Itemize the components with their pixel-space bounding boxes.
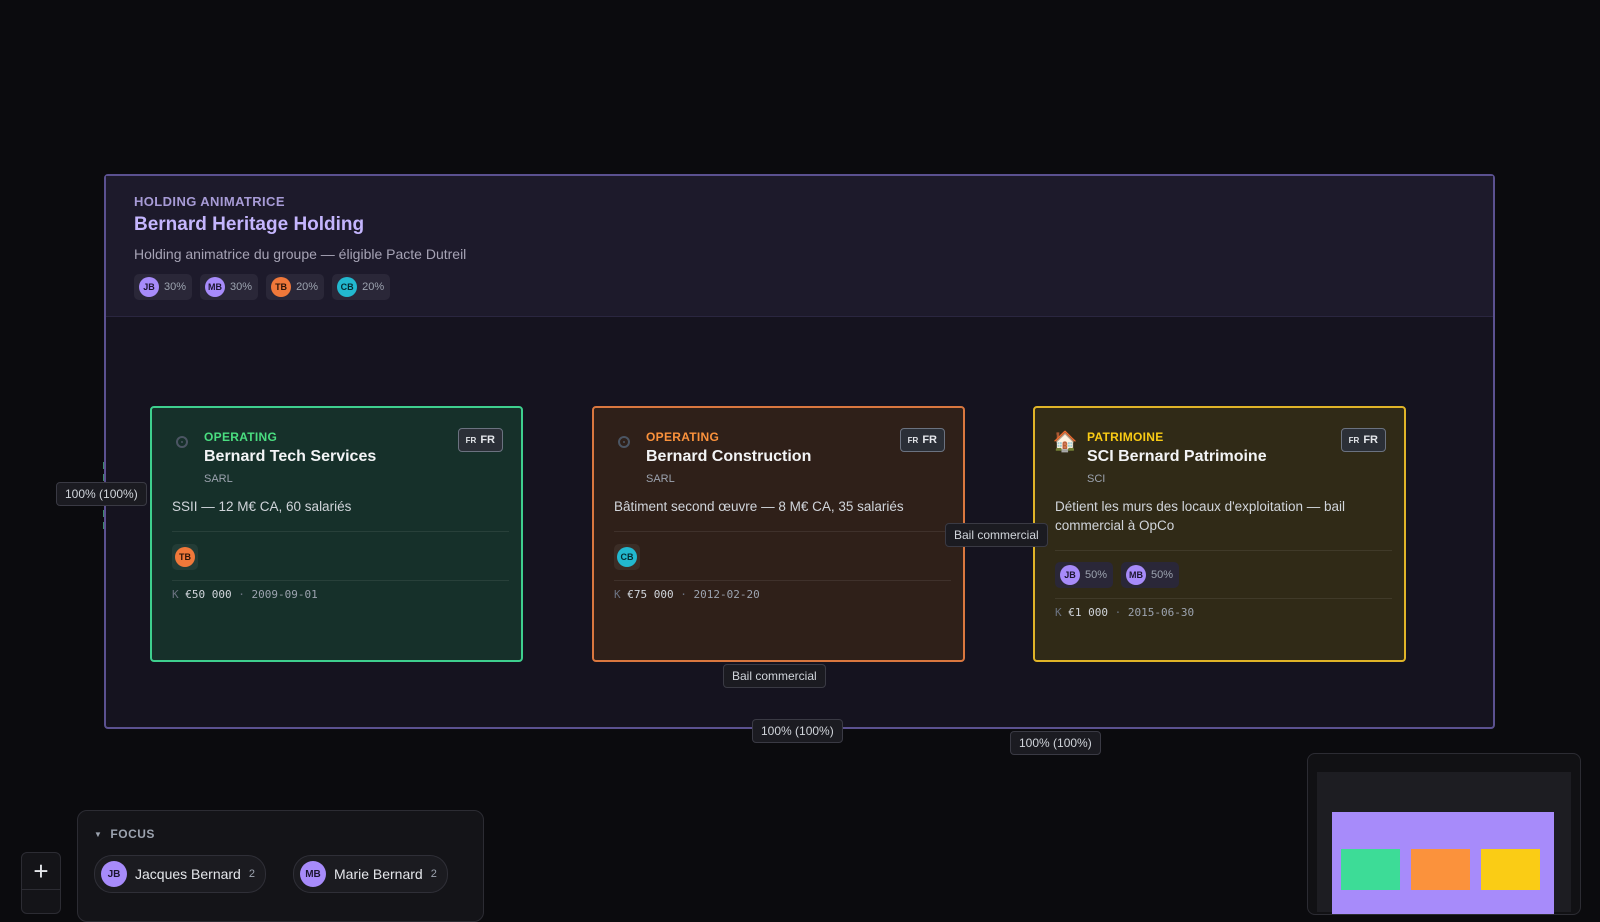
holding-title: Bernard Heritage Holding xyxy=(134,214,365,235)
avatar: TB xyxy=(175,547,195,567)
company-type: SCI xyxy=(1087,473,1106,485)
shareholder-chip-mb[interactable]: MB 30% xyxy=(200,274,259,300)
owner-chip-jb[interactable]: JB 50% xyxy=(1055,562,1114,588)
focus-person-marie[interactable]: MB Marie Bernard 2 xyxy=(293,855,448,893)
focus-title: FOCUS xyxy=(110,827,155,841)
shareholder-pct: 30% xyxy=(164,281,187,293)
focus-header[interactable]: ▼ FOCUS xyxy=(94,827,155,841)
divider xyxy=(172,580,509,581)
country-badge: FR FR xyxy=(1340,428,1386,452)
capital-prefix: K xyxy=(1055,606,1062,619)
avatar: MB xyxy=(1126,565,1147,585)
company-description: SSII — 12 M€ CA, 60 salariés xyxy=(172,499,352,514)
company-meta: K €75 000 · 2012-02-20 xyxy=(614,588,760,601)
company-date: 2009-09-01 xyxy=(251,588,318,601)
holding-header: HOLDING ANIMATRICE Bernard Heritage Hold… xyxy=(106,176,1493,317)
shareholder-pct: 20% xyxy=(362,281,385,293)
company-capital: €50 000 xyxy=(185,588,232,601)
company-description: Détient les murs des locaux d'exploitati… xyxy=(1055,499,1345,533)
minimap-node-construction xyxy=(1411,849,1470,890)
owner-chip-tb[interactable]: TB xyxy=(172,544,198,570)
focus-panel: ▼ FOCUS JB Jacques Bernard 2 MB Marie Be… xyxy=(77,810,484,922)
company-node-sci[interactable]: 🏠 PATRIMOINE SCI Bernard Patrimoine SCI … xyxy=(1033,406,1406,662)
flag-icon: FR xyxy=(465,435,477,445)
holding-kicker: HOLDING ANIMATRICE xyxy=(134,194,285,209)
shareholder-chip-cb[interactable]: CB 20% xyxy=(332,274,391,300)
company-title: Bernard Construction xyxy=(646,448,812,465)
person-name: Marie Bernard xyxy=(334,866,423,882)
holding-description: Holding animatrice du groupe — éligible … xyxy=(134,246,467,262)
company-title: SCI Bernard Patrimoine xyxy=(1087,448,1267,465)
chevron-down-icon: ▼ xyxy=(94,829,103,839)
company-capital: €75 000 xyxy=(627,588,674,601)
divider xyxy=(1055,598,1392,599)
edge-label-ownership-bottom[interactable]: 100% (100%) xyxy=(752,719,843,743)
country-code: FR xyxy=(922,434,937,446)
company-capital: €1 000 xyxy=(1068,606,1108,619)
owner-chip-cb[interactable]: CB xyxy=(614,544,640,570)
avatar: MB xyxy=(300,861,326,887)
edge-label-bail-right[interactable]: Bail commercial xyxy=(945,523,1048,547)
company-owners: TB xyxy=(172,544,198,570)
target-icon xyxy=(614,432,634,452)
avatar: MB xyxy=(205,277,226,297)
company-owners: JB 50% MB 50% xyxy=(1055,562,1180,588)
company-node-tech[interactable]: OPERATING Bernard Tech Services SARL FR … xyxy=(150,406,523,662)
divider xyxy=(614,580,951,581)
company-type: SARL xyxy=(204,473,233,485)
edge-label-ownership-right[interactable]: 100% (100%) xyxy=(1010,731,1101,755)
person-count: 2 xyxy=(248,868,255,880)
avatar: JB xyxy=(101,861,127,887)
avatar: JB xyxy=(1060,565,1080,585)
company-title: Bernard Tech Services xyxy=(204,448,377,465)
company-owners: CB xyxy=(614,544,640,570)
flag-icon: FR xyxy=(1348,435,1360,445)
shareholder-pct: 30% xyxy=(230,281,253,293)
minimap-node-sci xyxy=(1481,849,1540,890)
edge-label-bail-bottom[interactable]: Bail commercial xyxy=(723,664,826,688)
shareholder-pct: 20% xyxy=(296,281,319,293)
avatar: JB xyxy=(139,277,159,297)
capital-prefix: K xyxy=(614,588,621,601)
owner-pct: 50% xyxy=(1151,569,1174,581)
minimap-node-tech xyxy=(1341,849,1400,890)
avatar: CB xyxy=(617,547,637,567)
company-description: Bâtiment second œuvre — 8 M€ CA, 35 sala… xyxy=(614,499,904,514)
target-icon xyxy=(172,432,192,452)
country-badge: FR FR xyxy=(457,428,503,452)
flag-icon: FR xyxy=(907,435,919,445)
zoom-in-button[interactable]: + xyxy=(22,853,60,890)
divider xyxy=(1055,550,1392,551)
zoom-controls: + xyxy=(21,852,61,914)
company-date: 2015-06-30 xyxy=(1127,606,1195,619)
avatar: TB xyxy=(271,277,292,297)
divider xyxy=(614,531,951,532)
holding-shareholders: JB 30% MB 30% TB 20% CB 20% xyxy=(134,274,391,300)
company-node-construction[interactable]: OPERATING Bernard Construction SARL FR F… xyxy=(592,406,965,662)
shareholder-chip-jb[interactable]: JB 30% xyxy=(134,274,193,300)
edge-label-ownership-left[interactable]: 100% (100%) xyxy=(56,482,147,506)
divider xyxy=(172,531,509,532)
avatar: CB xyxy=(337,277,358,297)
company-date: 2012-02-20 xyxy=(693,588,760,601)
minimap[interactable] xyxy=(1307,753,1581,915)
owner-chip-mb[interactable]: MB 50% xyxy=(1121,562,1180,588)
company-meta: K €50 000 · 2009-09-01 xyxy=(172,588,318,601)
company-kicker: OPERATING xyxy=(646,430,720,444)
capital-prefix: K xyxy=(172,588,179,601)
shareholder-chip-tb[interactable]: TB 20% xyxy=(266,274,325,300)
company-kicker: PATRIMOINE xyxy=(1087,430,1164,444)
country-badge: FR FR xyxy=(899,428,945,452)
company-type: SARL xyxy=(646,473,675,485)
owner-pct: 50% xyxy=(1085,569,1108,581)
person-name: Jacques Bernard xyxy=(135,866,241,882)
house-icon: 🏠 xyxy=(1052,431,1078,453)
company-meta: K €1 000 · 2015-06-30 xyxy=(1055,606,1195,619)
focus-person-jacques[interactable]: JB Jacques Bernard 2 xyxy=(94,855,266,893)
country-code: FR xyxy=(480,434,495,446)
country-code: FR xyxy=(1363,434,1378,446)
person-count: 2 xyxy=(430,868,437,880)
company-kicker: OPERATING xyxy=(204,430,278,444)
